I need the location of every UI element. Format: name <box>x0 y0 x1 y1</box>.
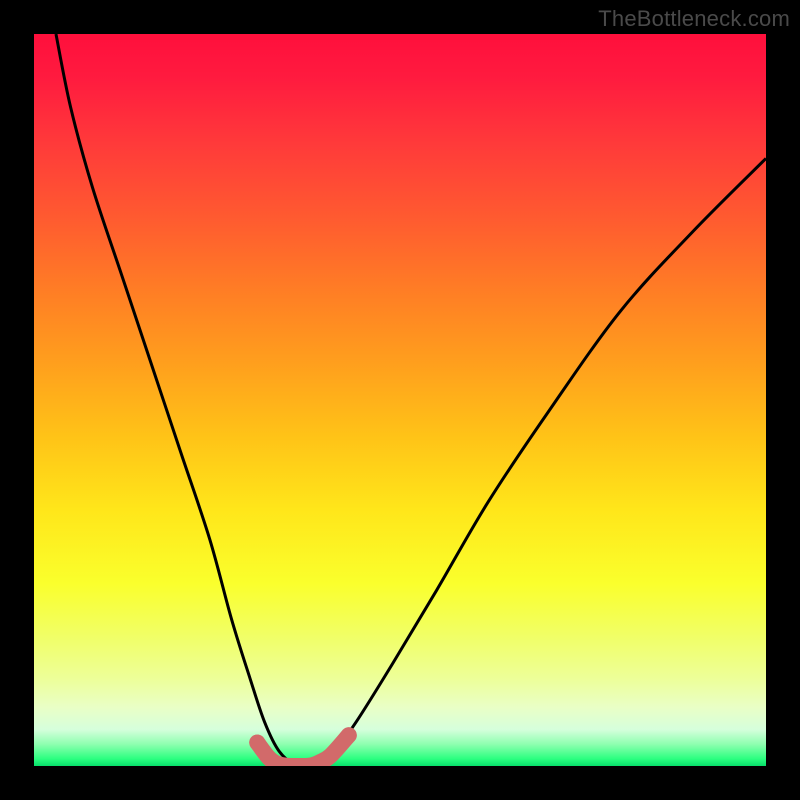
chart-frame: TheBottleneck.com <box>0 0 800 800</box>
optimal-marker-dot <box>249 735 265 751</box>
optimal-band-markers <box>249 727 357 766</box>
watermark-text: TheBottleneck.com <box>598 6 790 32</box>
curve-path <box>56 34 766 766</box>
plot-area <box>34 34 766 766</box>
optimal-marker-outlier <box>342 728 356 742</box>
bottleneck-curve <box>34 34 766 766</box>
